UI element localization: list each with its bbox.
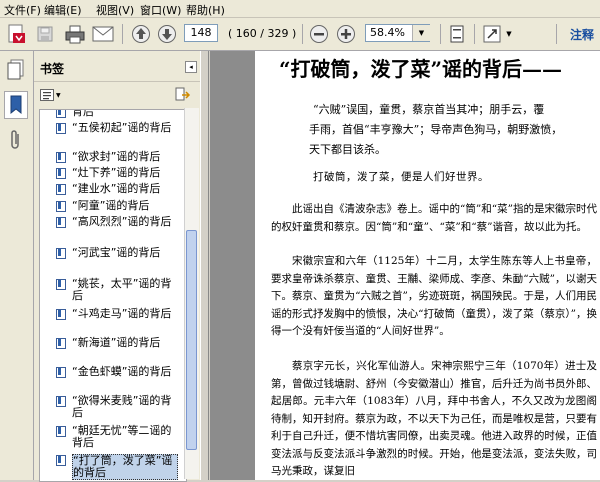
- email-button[interactable]: [90, 22, 116, 46]
- page-number-input[interactable]: 148: [184, 24, 218, 42]
- save-button[interactable]: [34, 22, 56, 46]
- arrow-down-icon: [158, 25, 176, 43]
- bookmark-icon: [56, 309, 66, 320]
- verse-line: “六贼”误国，童贯，蔡京首当其冲；朋手云，覆: [313, 103, 545, 116]
- bookmark-icon: [56, 248, 66, 259]
- menu-edit[interactable]: 编辑(E): [44, 2, 82, 18]
- document-page: “打破筒，泼了菜”谣的背后—— “六贼”误国，童贯，蔡京首当其冲；朋手云，覆 手…: [255, 51, 600, 480]
- bookmark-icon: [56, 367, 66, 378]
- collapse-panel-button[interactable]: ◂: [185, 61, 197, 73]
- bookmark-label: “斗鸡走马”谣的背后: [72, 307, 172, 320]
- zoom-out-button[interactable]: [308, 22, 330, 46]
- bookmark-icon: [56, 279, 66, 290]
- bookmark-icon: [56, 152, 66, 163]
- rhyme-text: 打破筒，泼了菜，便是人们好世界。: [313, 171, 489, 183]
- print-button[interactable]: [62, 22, 88, 46]
- bookmark-label: “五侯初起”谣的背后: [72, 121, 172, 134]
- zoom-in-button[interactable]: [335, 22, 357, 46]
- envelope-icon: [92, 26, 114, 42]
- menu-view[interactable]: 视图(V): [96, 2, 134, 18]
- chevron-down-icon: ▼: [506, 30, 512, 38]
- full-screen-button[interactable]: ▼: [480, 22, 514, 46]
- previous-page-button[interactable]: [130, 22, 152, 46]
- panel-header: 书签 ◂: [34, 51, 200, 82]
- bookmark-label: “建业水”谣的背后: [72, 182, 161, 195]
- bookmark-icon: [56, 110, 66, 118]
- paperclip-icon: [11, 130, 19, 149]
- chevron-down-icon: ▼: [418, 29, 425, 37]
- toolbar-separator: [556, 24, 557, 44]
- expand-bookmark-icon: [175, 87, 191, 101]
- minus-circle-icon: [310, 25, 328, 43]
- create-pdf-button[interactable]: [4, 22, 30, 46]
- scrollbar-thumb[interactable]: [186, 230, 197, 450]
- bookmark-scrollbar[interactable]: [184, 108, 199, 479]
- annotate-button[interactable]: 注释: [570, 26, 594, 43]
- bookmark-icon: [10, 95, 22, 115]
- bookmarks-tab[interactable]: [4, 91, 28, 119]
- menu-help[interactable]: 帮助(H): [186, 2, 225, 18]
- save-icon: [37, 26, 53, 42]
- menu-window[interactable]: 窗口(W): [140, 2, 181, 18]
- toolbar-separator: [302, 24, 303, 44]
- bookmark-label: “新海道”谣的背后: [72, 336, 161, 349]
- body-paragraph: 宋徽宗宣和六年（1125年）十二月，太学生陈东等人上书皇帝，要求皇帝诛杀蔡京、童…: [271, 255, 597, 337]
- chevron-down-icon: ▼: [56, 91, 61, 99]
- bookmark-icon: [56, 201, 66, 212]
- arrow-up-icon: [132, 25, 150, 43]
- document-viewport: “打破筒，泼了菜”谣的背后—— “六贼”误国，童贯，蔡京首当其冲；朋手云，覆 手…: [210, 51, 600, 480]
- bookmark-label: “欲得米麦贱”谣的背后: [72, 394, 172, 419]
- body-paragraph: 蔡京字元长，兴化军仙游人。宋神宗熙宁三年（1070年）进士及第，曾做过钱塘尉、舒…: [271, 360, 597, 477]
- bookmark-label: “朝廷无忧”等二谣的背后: [72, 424, 172, 449]
- options-icon: [40, 89, 54, 101]
- bookmark-label: “欲求封”谣的背后: [72, 150, 161, 163]
- expand-bookmark-button[interactable]: [174, 86, 194, 104]
- plus-circle-icon: [337, 25, 355, 43]
- bookmark-icon: [56, 426, 66, 437]
- page-count: ( 160 / 329 ): [228, 27, 297, 40]
- options-button[interactable]: ▼: [40, 87, 64, 103]
- bookmark-label: “金色虾蟆”谣的背后: [72, 365, 172, 378]
- bookmark-icon: [56, 168, 66, 179]
- toolbar-separator: [440, 24, 441, 44]
- fit-page-icon: [450, 25, 464, 43]
- bookmark-icon: [56, 217, 66, 228]
- zoom-dropdown-button[interactable]: ▼: [412, 25, 430, 41]
- bookmark-label: “阿童”谣的背后: [72, 199, 150, 212]
- document-title: “打破筒，泼了菜”谣的背后——: [279, 57, 563, 81]
- next-page-button[interactable]: [156, 22, 178, 46]
- bookmark-label: 背后: [72, 109, 94, 118]
- panel-splitter[interactable]: [200, 51, 209, 480]
- panel-toolbar: ▼: [34, 82, 200, 108]
- toolbar-separator: [122, 24, 123, 44]
- bookmark-label: “灶下养”谣的背后: [72, 166, 161, 179]
- menu-file[interactable]: 文件(F): [4, 2, 41, 18]
- body-paragraph: 此谣出自《清波杂志》卷上。谣中的“筒”和“菜”指的是宋徽宗时代的权奸童贯和蔡京。…: [271, 203, 597, 233]
- fit-page-button[interactable]: [446, 22, 468, 46]
- verse-line: 手雨，首倡“丰亨豫大”；导帝声色狗马，朝野激愤，: [309, 123, 563, 136]
- bookmark-icon: [56, 184, 66, 195]
- verse-line: 天下都目该杀。: [309, 143, 386, 156]
- toolbar-separator: [474, 24, 475, 44]
- expand-icon: [483, 25, 501, 43]
- pages-tab[interactable]: [5, 57, 27, 83]
- attachments-tab[interactable]: [5, 127, 27, 153]
- bookmark-icon: [56, 338, 66, 349]
- navigation-rail: [0, 51, 34, 480]
- panel-title: 书签: [40, 62, 65, 76]
- bookmark-label: “姚苌，太平”谣的背后: [72, 277, 172, 302]
- pages-icon: [7, 59, 24, 80]
- bookmark-icon: [56, 123, 66, 134]
- create-pdf-icon: [8, 24, 25, 43]
- toolbar: ▼: [0, 18, 600, 51]
- bookmark-list: 背后 “五侯初起”谣的背后 “欲求封”谣的背后 “灶下养”谣的背后 “建业水”谣的背后 “…: [39, 109, 187, 482]
- bookmark-label: “河武宝”谣的背后: [72, 246, 161, 259]
- bookmark-label: “高风烈烈”谣的背后: [72, 215, 172, 228]
- bookmark-icon: [56, 396, 66, 407]
- printer-icon: [65, 25, 85, 44]
- bookmark-icon: [56, 455, 66, 466]
- bookmark-label: “打了筒，泼了菜”谣的背后: [72, 454, 178, 480]
- menu-bar: 文件(F) 编辑(E) 视图(V) 窗口(W) 帮助(H): [0, 0, 600, 18]
